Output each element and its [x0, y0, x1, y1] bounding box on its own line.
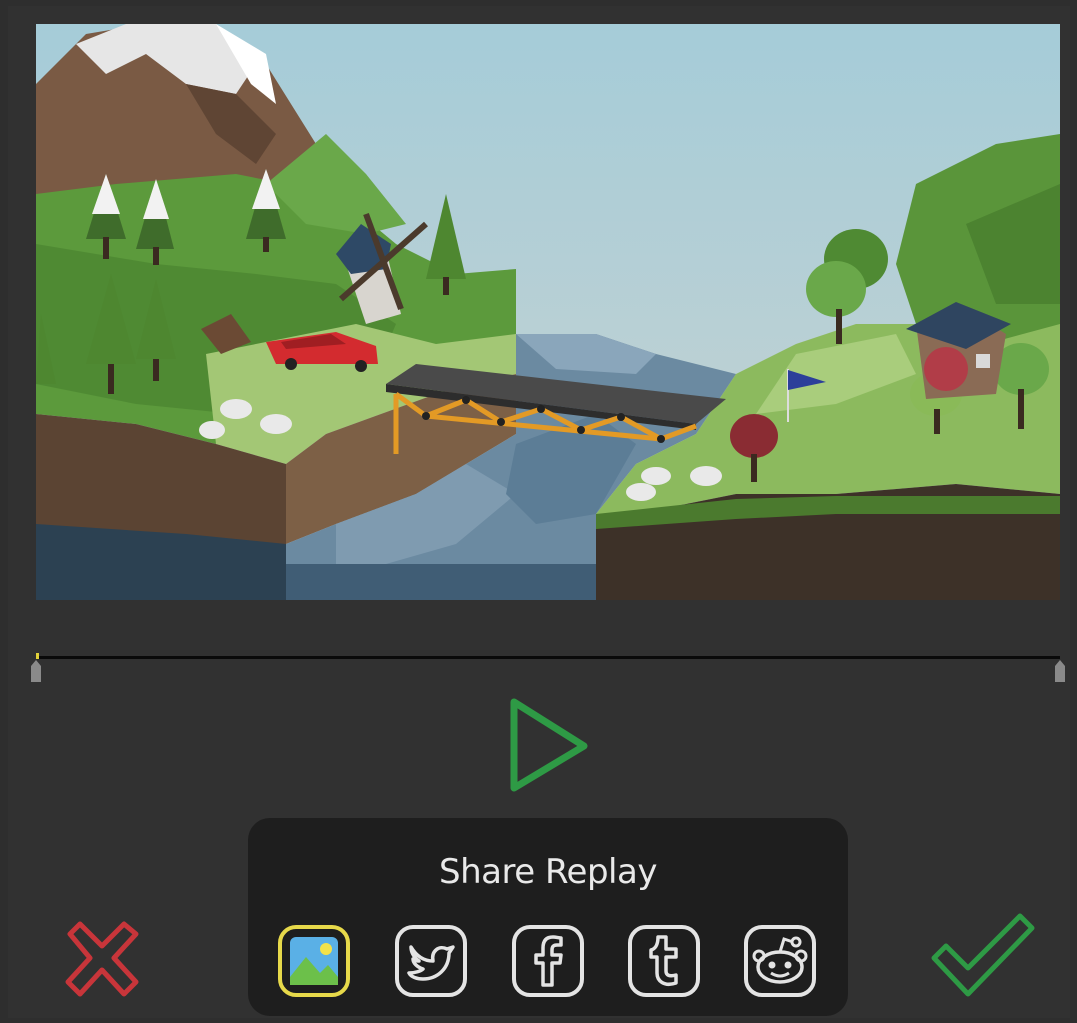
- image-icon: [278, 925, 350, 997]
- share-tumblr-button[interactable]: [626, 923, 702, 999]
- twitter-icon: [395, 925, 467, 997]
- share-reddit-button[interactable]: [742, 923, 818, 999]
- replay-scene-illustration: [36, 24, 1060, 600]
- confirm-button[interactable]: [928, 908, 1040, 1004]
- cancel-button[interactable]: [56, 912, 148, 1004]
- timeline-progress-indicator: [36, 653, 39, 659]
- play-icon: [510, 698, 588, 792]
- share-facebook-button[interactable]: [510, 923, 586, 999]
- reddit-icon: [744, 925, 816, 997]
- close-x-icon: [65, 921, 139, 997]
- timeline-track[interactable]: [36, 656, 1060, 659]
- replay-viewport: [36, 24, 1060, 600]
- checkmark-icon: [931, 913, 1035, 997]
- facebook-icon: [512, 925, 584, 997]
- play-button[interactable]: [500, 694, 596, 796]
- share-replay-title: Share Replay: [439, 852, 657, 892]
- timeline-start-handle[interactable]: [30, 660, 42, 682]
- replay-timeline[interactable]: [30, 640, 1070, 690]
- share-image-button[interactable]: [276, 923, 352, 999]
- tumblr-icon: [628, 925, 700, 997]
- share-replay-panel: Share Replay: [248, 818, 848, 1016]
- share-twitter-button[interactable]: [393, 923, 469, 999]
- timeline-end-handle[interactable]: [1054, 660, 1066, 682]
